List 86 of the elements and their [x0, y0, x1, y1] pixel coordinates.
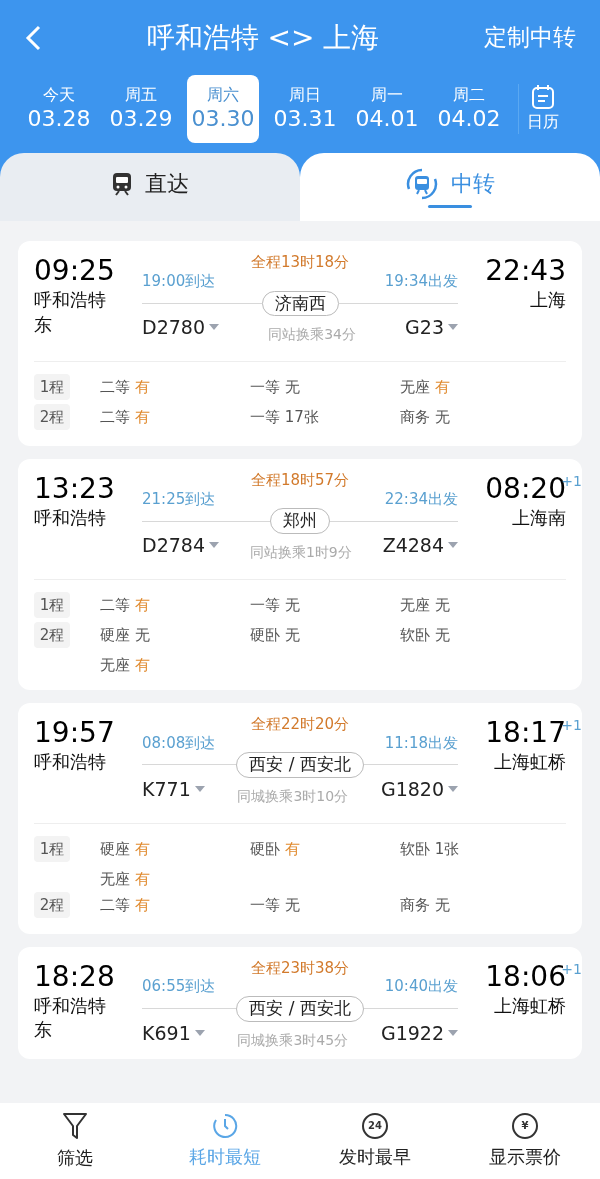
leg-label: 1程 — [34, 835, 70, 862]
total-duration: 全程22时20分 — [250, 714, 350, 734]
seat-availability: 二等 有 — [100, 594, 151, 616]
seat-availability: 商务 无 — [400, 406, 451, 428]
departure-station: 呼和浩特东 — [34, 993, 107, 1043]
total-duration: 全程23时38分 — [250, 958, 350, 978]
seat-availability: 硬卧 无 — [250, 624, 301, 646]
train-number[interactable]: G1922 — [380, 1021, 458, 1046]
train-number[interactable]: K771 — [142, 777, 205, 802]
seat-availability: 软卧 1张 — [400, 838, 461, 860]
depart-time: 18:28 — [34, 958, 116, 994]
depart-time: 19:57 — [34, 714, 116, 750]
arrive-time: 22:43 — [485, 254, 566, 287]
departure-time-leg: 19:34出发 — [384, 271, 458, 291]
arrival-time-leg: 21:25到达 — [142, 489, 216, 509]
leg-label: 1程 — [34, 591, 70, 618]
arrival-station: 上海虹桥 — [494, 749, 566, 774]
dropdown-caret-icon — [209, 542, 219, 550]
circle-badge-icon: ¥ — [512, 1112, 538, 1139]
depart-time: 09:25 — [34, 253, 116, 288]
seat-availability: 二等 有 — [100, 376, 151, 398]
train-number[interactable]: G1820 — [380, 777, 458, 802]
seat-availability: 硬座 有 — [100, 838, 151, 860]
transfer-note: 同站换乘1时9分 — [249, 542, 352, 562]
clock-icon — [212, 1112, 238, 1139]
dropdown-caret-icon — [448, 324, 458, 332]
dropdown-caret-icon — [448, 542, 458, 550]
seat-availability: 无座 无 — [400, 594, 451, 616]
seat-availability: 二等 有 — [100, 406, 151, 428]
dropdown-caret-icon — [194, 786, 205, 793]
circle-badge-icon: 24 — [362, 1112, 388, 1139]
transfer-note: 同站换乘34分 — [268, 324, 356, 344]
trip-card[interactable]: 09:25 呼和浩特东 全程13时18分 19:00到达 19:34出发 济南西 D2780 同站换乘34分 G23 22:43 上海 1程 二等 有 一等 无 无座 有 2程 二等 有 一等 17张 商务 无 — [18, 241, 582, 446]
back-icon[interactable] — [24, 23, 42, 52]
total-duration: 全程18时57分 — [250, 470, 350, 490]
arrival-station: 上海南 — [512, 505, 566, 530]
leg-label: 2程 — [34, 403, 70, 430]
dropdown-caret-icon — [194, 1029, 205, 1037]
departure-time-leg: 10:40出发 — [384, 977, 458, 997]
filter-icon — [62, 1111, 88, 1140]
arrival-time-leg: 08:08到达 — [142, 733, 216, 753]
seat-availability: 一等 17张 — [250, 406, 320, 428]
leg-label: 2程 — [34, 621, 70, 648]
train-transfer-icon — [405, 166, 439, 201]
mode-tab[interactable]: 直达 — [0, 153, 300, 221]
transfer-note: 同城换乘3时45分 — [237, 1030, 349, 1050]
arrival-time-leg: 06:55到达 — [142, 977, 216, 997]
calendar-icon — [531, 84, 555, 110]
date-tab[interactable]: 周六 03.30 — [187, 75, 259, 143]
departure-station: 呼和浩特 — [34, 749, 107, 774]
leg-label: 1程 — [34, 373, 70, 400]
seat-availability: 硬卧 有 — [250, 838, 301, 860]
arrival-station: 上海 — [530, 288, 566, 312]
seat-availability: 商务 无 — [400, 894, 451, 916]
departure-time-leg: 11:18出发 — [384, 733, 458, 753]
train-number[interactable]: Z4284 — [382, 533, 458, 558]
dropdown-caret-icon — [448, 786, 458, 793]
departure-station: 呼和浩特 — [34, 505, 107, 530]
route-title: 呼和浩特 <> 上海 — [146, 19, 380, 56]
train-number[interactable]: D2784 — [142, 533, 219, 558]
seat-availability: 一等 无 — [250, 594, 301, 616]
seat-availability: 一等 无 — [250, 376, 301, 398]
depart-time: 13:23 — [34, 470, 116, 506]
seat-availability: 硬座 无 — [100, 624, 151, 646]
sort-option-button[interactable]: ¥ 显示票价 — [450, 1103, 600, 1179]
departure-time-leg: 22:34出发 — [384, 489, 458, 509]
seat-availability: 一等 无 — [250, 894, 301, 916]
dropdown-caret-icon — [448, 1029, 458, 1037]
total-duration: 全程13时18分 — [250, 253, 350, 272]
transfer-note: 同城换乘3时10分 — [237, 786, 349, 806]
seat-availability: 二等 有 — [100, 894, 151, 916]
dropdown-caret-icon — [209, 324, 219, 332]
train-number[interactable]: K691 — [142, 1021, 205, 1046]
train-number[interactable]: D2780 — [142, 315, 219, 340]
seat-availability: 无座 有 — [400, 376, 451, 398]
seat-availability: 无座 有 — [100, 868, 151, 890]
seat-availability: 无座 有 — [100, 654, 151, 676]
departure-station: 呼和浩特东 — [34, 288, 107, 337]
leg-label: 2程 — [34, 891, 70, 918]
arrival-time-leg: 19:00到达 — [142, 271, 216, 291]
sort-option-button[interactable]: 筛选 — [0, 1103, 150, 1179]
seat-availability: 软卧 无 — [400, 624, 451, 646]
train-number[interactable]: G23 — [405, 315, 458, 340]
train-icon — [111, 171, 133, 196]
arrival-station: 上海虹桥 — [494, 993, 566, 1018]
sort-option-button[interactable]: 24 发时最早 — [300, 1103, 450, 1179]
